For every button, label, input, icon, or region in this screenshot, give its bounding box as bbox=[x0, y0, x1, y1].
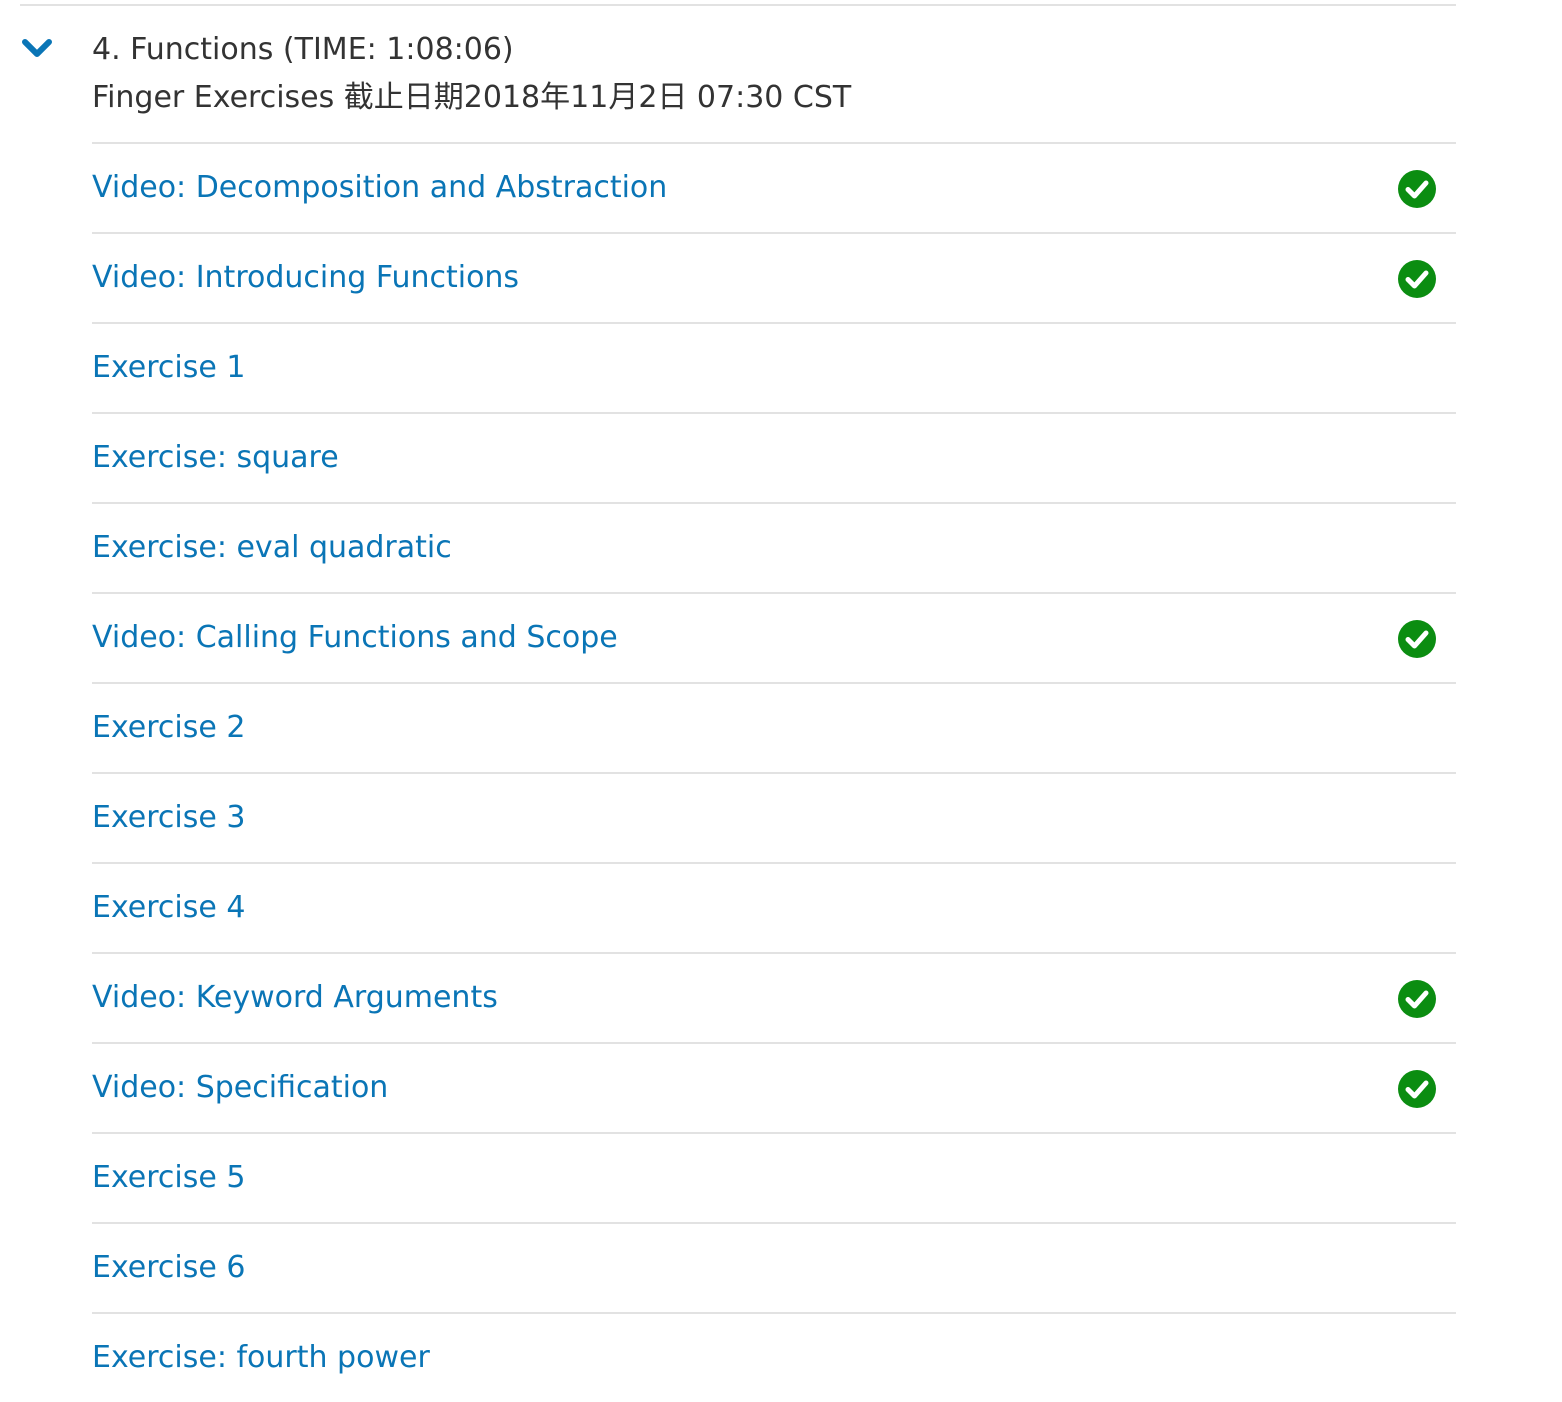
subsection-item[interactable]: Video: Introducing Functions bbox=[92, 232, 1456, 322]
subsection-item[interactable]: Video: Keyword Arguments bbox=[92, 952, 1456, 1042]
subsection-link[interactable]: Exercise 5 bbox=[92, 1156, 245, 1200]
chevron-down-icon[interactable] bbox=[20, 36, 54, 62]
subsection-link[interactable]: Video: Keyword Arguments bbox=[92, 976, 498, 1020]
subsection-item[interactable]: Exercise 1 bbox=[92, 322, 1456, 412]
subsection-item[interactable]: Exercise: square bbox=[92, 412, 1456, 502]
subsection-item[interactable]: Exercise: fourth power bbox=[92, 1312, 1456, 1402]
subsection-item[interactable]: Exercise 6 bbox=[92, 1222, 1456, 1312]
subsection-item[interactable]: Video: Decomposition and Abstraction bbox=[92, 142, 1456, 232]
check-circle-icon bbox=[1398, 260, 1436, 298]
check-circle-icon bbox=[1398, 620, 1436, 658]
subsection-link[interactable]: Video: Specification bbox=[92, 1066, 388, 1110]
subsection-item[interactable]: Video: Calling Functions and Scope bbox=[92, 592, 1456, 682]
check-circle-icon bbox=[1398, 170, 1436, 208]
section-due-date: Finger Exercises 截止日期2018年11月2日 07:30 CS… bbox=[92, 80, 852, 115]
subsection-link[interactable]: Exercise 1 bbox=[92, 346, 245, 390]
subsection-item[interactable]: Exercise: eval quadratic bbox=[92, 502, 1456, 592]
section-title[interactable]: 4. Functions (TIME: 1:08:06) bbox=[92, 28, 514, 72]
subsection-link[interactable]: Exercise: eval quadratic bbox=[92, 526, 452, 570]
subsection-item[interactable]: Video: Specification bbox=[92, 1042, 1456, 1132]
check-circle-icon bbox=[1398, 1070, 1436, 1108]
subsection-list: Video: Decomposition and Abstraction Vide… bbox=[92, 142, 1456, 1402]
subsection-link[interactable]: Exercise: square bbox=[92, 436, 339, 480]
subsection-item[interactable]: Exercise 4 bbox=[92, 862, 1456, 952]
subsection-link[interactable]: Video: Calling Functions and Scope bbox=[92, 616, 618, 660]
subsection-item[interactable]: Exercise 3 bbox=[92, 772, 1456, 862]
subsection-link[interactable]: Exercise: fourth power bbox=[92, 1336, 430, 1380]
subsection-link[interactable]: Exercise 6 bbox=[92, 1246, 245, 1290]
subsection-link[interactable]: Exercise 3 bbox=[92, 796, 245, 840]
subsection-link[interactable]: Exercise 2 bbox=[92, 706, 245, 750]
subsection-link[interactable]: Video: Decomposition and Abstraction bbox=[92, 166, 667, 210]
subsection-link[interactable]: Exercise 4 bbox=[92, 886, 245, 930]
subsection-item[interactable]: Exercise 5 bbox=[92, 1132, 1456, 1222]
subsection-item[interactable]: Exercise 2 bbox=[92, 682, 1456, 772]
subsection-link[interactable]: Video: Introducing Functions bbox=[92, 256, 519, 300]
top-divider bbox=[20, 4, 1456, 6]
check-circle-icon bbox=[1398, 980, 1436, 1018]
